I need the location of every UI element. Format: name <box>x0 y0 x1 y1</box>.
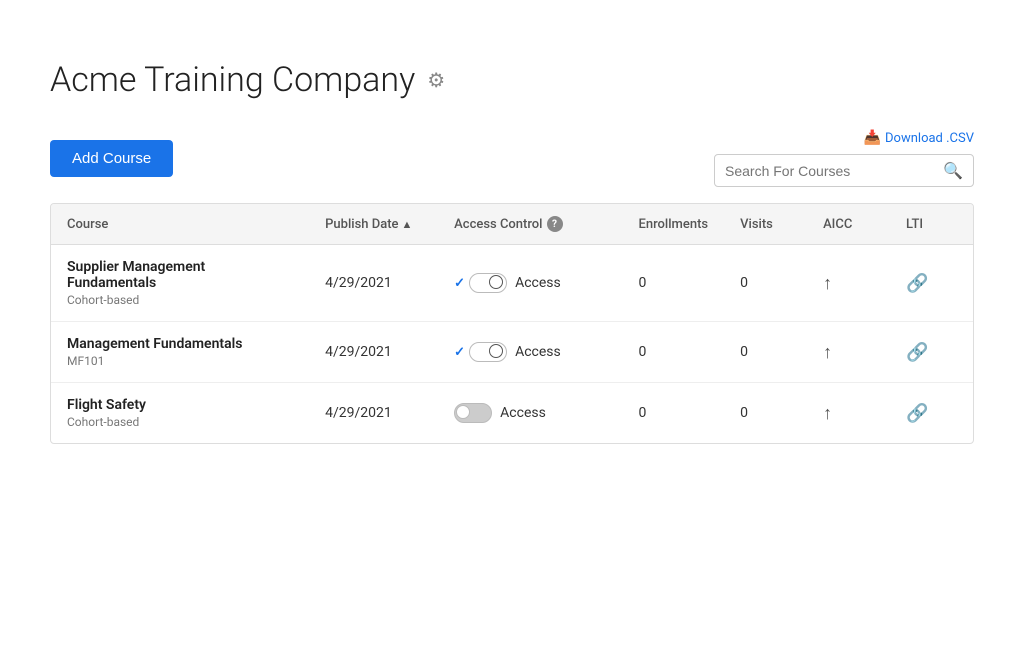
lti-link-icon[interactable]: 🔗 <box>906 342 928 363</box>
course-name: Flight Safety <box>67 397 293 413</box>
table-row: Supplier Management Fundamentals Cohort-… <box>51 245 973 322</box>
course-cell-0: Supplier Management Fundamentals Cohort-… <box>51 245 309 322</box>
col-header-visits: Visits <box>724 204 807 245</box>
visits-1: 0 <box>724 322 807 383</box>
toggle-wrap: ✓ Access <box>454 342 606 362</box>
table-row: Management Fundamentals MF101 4/29/2021 … <box>51 322 973 383</box>
access-control-1: ✓ Access <box>438 322 622 383</box>
aicc-upload-icon[interactable]: ↑ <box>823 403 832 424</box>
access-control-0: ✓ Access <box>438 245 622 322</box>
search-icon: 🔍 <box>943 161 963 180</box>
gear-icon[interactable]: ⚙ <box>427 68 445 92</box>
download-icon: 📥 <box>864 130 881 146</box>
course-cell-2: Flight Safety Cohort-based <box>51 383 309 444</box>
page-wrapper: Acme Training Company ⚙ Add Course 📥 Dow… <box>0 0 1024 484</box>
aicc-2: ↑ <box>807 383 890 444</box>
page-title: Acme Training Company <box>50 60 415 100</box>
col-header-aicc: AICC <box>807 204 890 245</box>
enrollments-2: 0 <box>623 383 725 444</box>
search-box: 🔍 <box>714 154 974 187</box>
table-body: Supplier Management Fundamentals Cohort-… <box>51 245 973 444</box>
lti-0: 🔗 <box>890 245 973 322</box>
access-control-2: Access <box>438 383 622 444</box>
toggle-check: ✓ <box>454 345 465 360</box>
access-toggle[interactable] <box>469 342 507 362</box>
download-label: Download .CSV <box>885 131 974 146</box>
publish-date-2: 4/29/2021 <box>309 383 438 444</box>
aicc-upload-icon[interactable]: ↑ <box>823 273 832 294</box>
publish-date-0: 4/29/2021 <box>309 245 438 322</box>
col-header-course: Course <box>51 204 309 245</box>
lti-link-icon[interactable]: 🔗 <box>906 273 928 294</box>
aicc-upload-icon[interactable]: ↑ <box>823 342 832 363</box>
col-header-enrollments: Enrollments <box>623 204 725 245</box>
toggle-wrap: ✓ Access <box>454 273 606 293</box>
lti-link-icon[interactable]: 🔗 <box>906 403 928 424</box>
course-name: Management Fundamentals <box>67 336 293 352</box>
access-label: Access <box>515 275 561 291</box>
access-label: Access <box>500 405 546 421</box>
col-header-publish[interactable]: Publish Date ▲ <box>309 204 438 245</box>
toolbar-right: 📥 Download .CSV 🔍 <box>714 130 974 187</box>
enrollments-1: 0 <box>623 322 725 383</box>
visits-2: 0 <box>724 383 807 444</box>
toggle-check: ✓ <box>454 276 465 291</box>
access-toggle[interactable] <box>469 273 507 293</box>
lti-1: 🔗 <box>890 322 973 383</box>
col-header-lti: LTI <box>890 204 973 245</box>
course-sub: MF101 <box>67 354 293 368</box>
toolbar: Add Course 📥 Download .CSV 🔍 <box>50 130 974 187</box>
courses-table-container: Course Publish Date ▲ Access Control ? <box>50 203 974 444</box>
table-header-row: Course Publish Date ▲ Access Control ? <box>51 204 973 245</box>
col-header-access: Access Control ? <box>438 204 622 245</box>
sort-icon: ▲ <box>402 218 413 231</box>
table-row: Flight Safety Cohort-based 4/29/2021 Acc… <box>51 383 973 444</box>
access-label: Access <box>515 344 561 360</box>
course-sub: Cohort-based <box>67 293 293 307</box>
visits-0: 0 <box>724 245 807 322</box>
aicc-0: ↑ <box>807 245 890 322</box>
search-input[interactable] <box>725 163 939 179</box>
course-sub: Cohort-based <box>67 415 293 429</box>
add-course-button[interactable]: Add Course <box>50 140 173 177</box>
help-icon: ? <box>547 216 563 232</box>
toggle-wrap: Access <box>454 403 606 423</box>
publish-date-1: 4/29/2021 <box>309 322 438 383</box>
download-csv-link[interactable]: 📥 Download .CSV <box>864 130 974 146</box>
lti-2: 🔗 <box>890 383 973 444</box>
courses-table: Course Publish Date ▲ Access Control ? <box>51 204 973 443</box>
course-cell-1: Management Fundamentals MF101 <box>51 322 309 383</box>
enrollments-0: 0 <box>623 245 725 322</box>
aicc-1: ↑ <box>807 322 890 383</box>
course-name: Supplier Management Fundamentals <box>67 259 293 291</box>
access-toggle[interactable] <box>454 403 492 423</box>
page-title-row: Acme Training Company ⚙ <box>50 60 974 100</box>
